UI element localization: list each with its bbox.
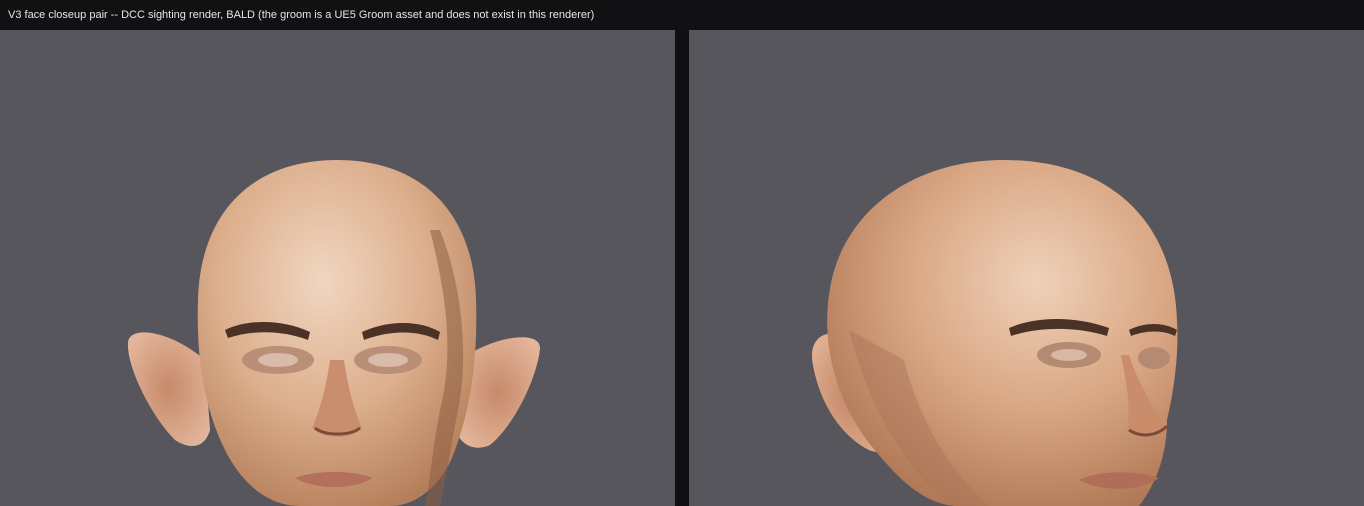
- head: [827, 160, 1178, 506]
- left-ear: [127, 332, 210, 446]
- render-image-front: [127, 160, 540, 506]
- viewport-divider: [675, 30, 689, 506]
- window-title: V3 face closeup pair -- DCC sighting ren…: [8, 9, 595, 21]
- render-viewport-front[interactable]: [0, 30, 675, 506]
- render-viewport-three-quarter[interactable]: [689, 30, 1364, 506]
- window-title-bar: V3 face closeup pair -- DCC sighting ren…: [0, 0, 1364, 30]
- render-image-three-quarter: [812, 160, 1178, 506]
